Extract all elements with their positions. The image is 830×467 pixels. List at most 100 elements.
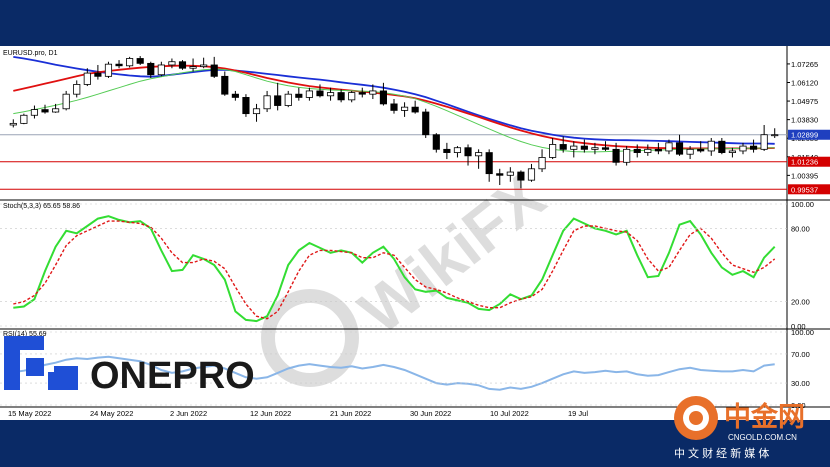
candle-body [30, 109, 39, 116]
candle-body [549, 144, 557, 158]
rsi-tick-label: 70.00 [791, 350, 810, 359]
candle-body [358, 92, 366, 95]
candle-body [284, 93, 292, 106]
price-tag-label: 0.99537 [791, 185, 818, 194]
candle-body [157, 64, 165, 76]
candle-body [231, 93, 239, 98]
candle-body [580, 145, 588, 150]
price-tick-label: 1.03830 [791, 116, 818, 125]
candle-body [326, 92, 335, 97]
candle-body [411, 106, 419, 113]
price-tick-label: 1.00395 [791, 171, 818, 180]
candle-body [707, 140, 715, 152]
candle-body [83, 72, 91, 85]
candle-body [200, 64, 208, 67]
candle-body [62, 93, 70, 110]
cngold-tagline: 中 文 财 经 新 媒 体 [674, 446, 769, 460]
candle-body [126, 58, 134, 67]
candle-body [485, 152, 493, 175]
stoch-tick-label: 80.00 [791, 224, 810, 233]
candle-body [771, 134, 779, 137]
candle-body [274, 95, 282, 106]
candle-body [601, 147, 610, 150]
cngold-coin-icon [674, 396, 718, 440]
price-tick-label: 1.04975 [791, 97, 818, 106]
candle-body [115, 63, 123, 67]
candle-body [475, 152, 483, 157]
candle-body [401, 106, 409, 111]
stoch-tick-label: 20.00 [791, 298, 810, 307]
candle-body [517, 171, 525, 181]
candle-body [728, 150, 736, 153]
candle-body [168, 61, 176, 66]
price-tag-label: 1.02899 [791, 131, 818, 140]
candle-body [464, 147, 472, 157]
price-tick-label: 1.06120 [791, 78, 818, 87]
rsi-tick-label: 30.00 [791, 379, 810, 388]
candle-body [52, 108, 60, 113]
x-axis-label: 12 Jun 2022 [250, 409, 291, 418]
candle-body [379, 90, 387, 105]
x-axis-label: 24 May 2022 [90, 409, 133, 418]
cngold-logo: 中金网 CNGOLD.COM.CN 中 文 财 经 新 媒 体 [668, 390, 828, 462]
onepro-wordmark: ONEPRO [90, 355, 254, 396]
price-tick-label: 1.07265 [791, 60, 818, 69]
candle-body [252, 108, 261, 115]
x-axis-label: 30 Jun 2022 [410, 409, 451, 418]
candle-body [369, 90, 377, 95]
candle-body [73, 84, 81, 95]
candle-body [210, 64, 218, 77]
candle-body [453, 147, 462, 153]
price-tag-label: 1.01236 [791, 158, 818, 167]
candle-body [295, 93, 303, 98]
candle-body [538, 157, 546, 170]
price-panel-title: EURUSD.pro, D1 [3, 50, 58, 57]
candle-body [337, 92, 345, 101]
candle-body [316, 90, 324, 97]
candle-body [20, 114, 28, 124]
candle-body [570, 145, 578, 150]
rsi-tick-label: 100.00 [791, 328, 814, 337]
x-axis-label: 19 Jul [568, 409, 588, 418]
candle-body [104, 63, 113, 77]
cngold-cn-name: 中金网 [724, 401, 805, 432]
candle-body [718, 140, 726, 153]
candle-body [749, 145, 758, 150]
candle-body [633, 148, 641, 153]
candle-body [432, 134, 440, 150]
candle-body [390, 103, 398, 111]
candle-body [739, 145, 747, 152]
cngold-en-name: CNGOLD.COM.CN [728, 433, 797, 442]
candle-body [559, 144, 567, 150]
candle-body [623, 148, 631, 163]
candle-body [221, 75, 229, 95]
candle-body [591, 147, 599, 150]
candle-body [136, 58, 144, 64]
candle-body [654, 148, 662, 152]
x-axis-label: 10 Jul 2022 [490, 409, 529, 418]
candle-body [506, 171, 514, 176]
candle-body [443, 148, 451, 153]
candle-body [612, 148, 620, 163]
candle-body [242, 97, 250, 115]
candle-body [305, 90, 313, 98]
candle-body [263, 95, 271, 110]
candle-body [178, 61, 187, 69]
candle-body [644, 148, 652, 153]
x-axis-label: 2 Jun 2022 [170, 409, 207, 418]
candle-body [9, 122, 17, 126]
onepro-logo: ONEPRO [4, 336, 255, 397]
candle-body [697, 148, 705, 152]
x-axis-label: 21 Jun 2022 [330, 409, 371, 418]
x-axis-label: 15 May 2022 [8, 409, 51, 418]
stoch-y-axis-ticks: 100.0080.0020.000.00 [791, 200, 814, 331]
candle-body [147, 62, 155, 76]
candle-body [527, 168, 536, 181]
candle-body [760, 134, 768, 150]
x-axis-date-labels: 15 May 2022 24 May 2022 2 Jun 2022 12 Jun 2… [8, 409, 588, 418]
candle-body [496, 173, 504, 176]
candle-body [665, 142, 673, 152]
candle-body [189, 66, 197, 69]
candle-body [348, 92, 356, 101]
candle-body [41, 109, 49, 113]
